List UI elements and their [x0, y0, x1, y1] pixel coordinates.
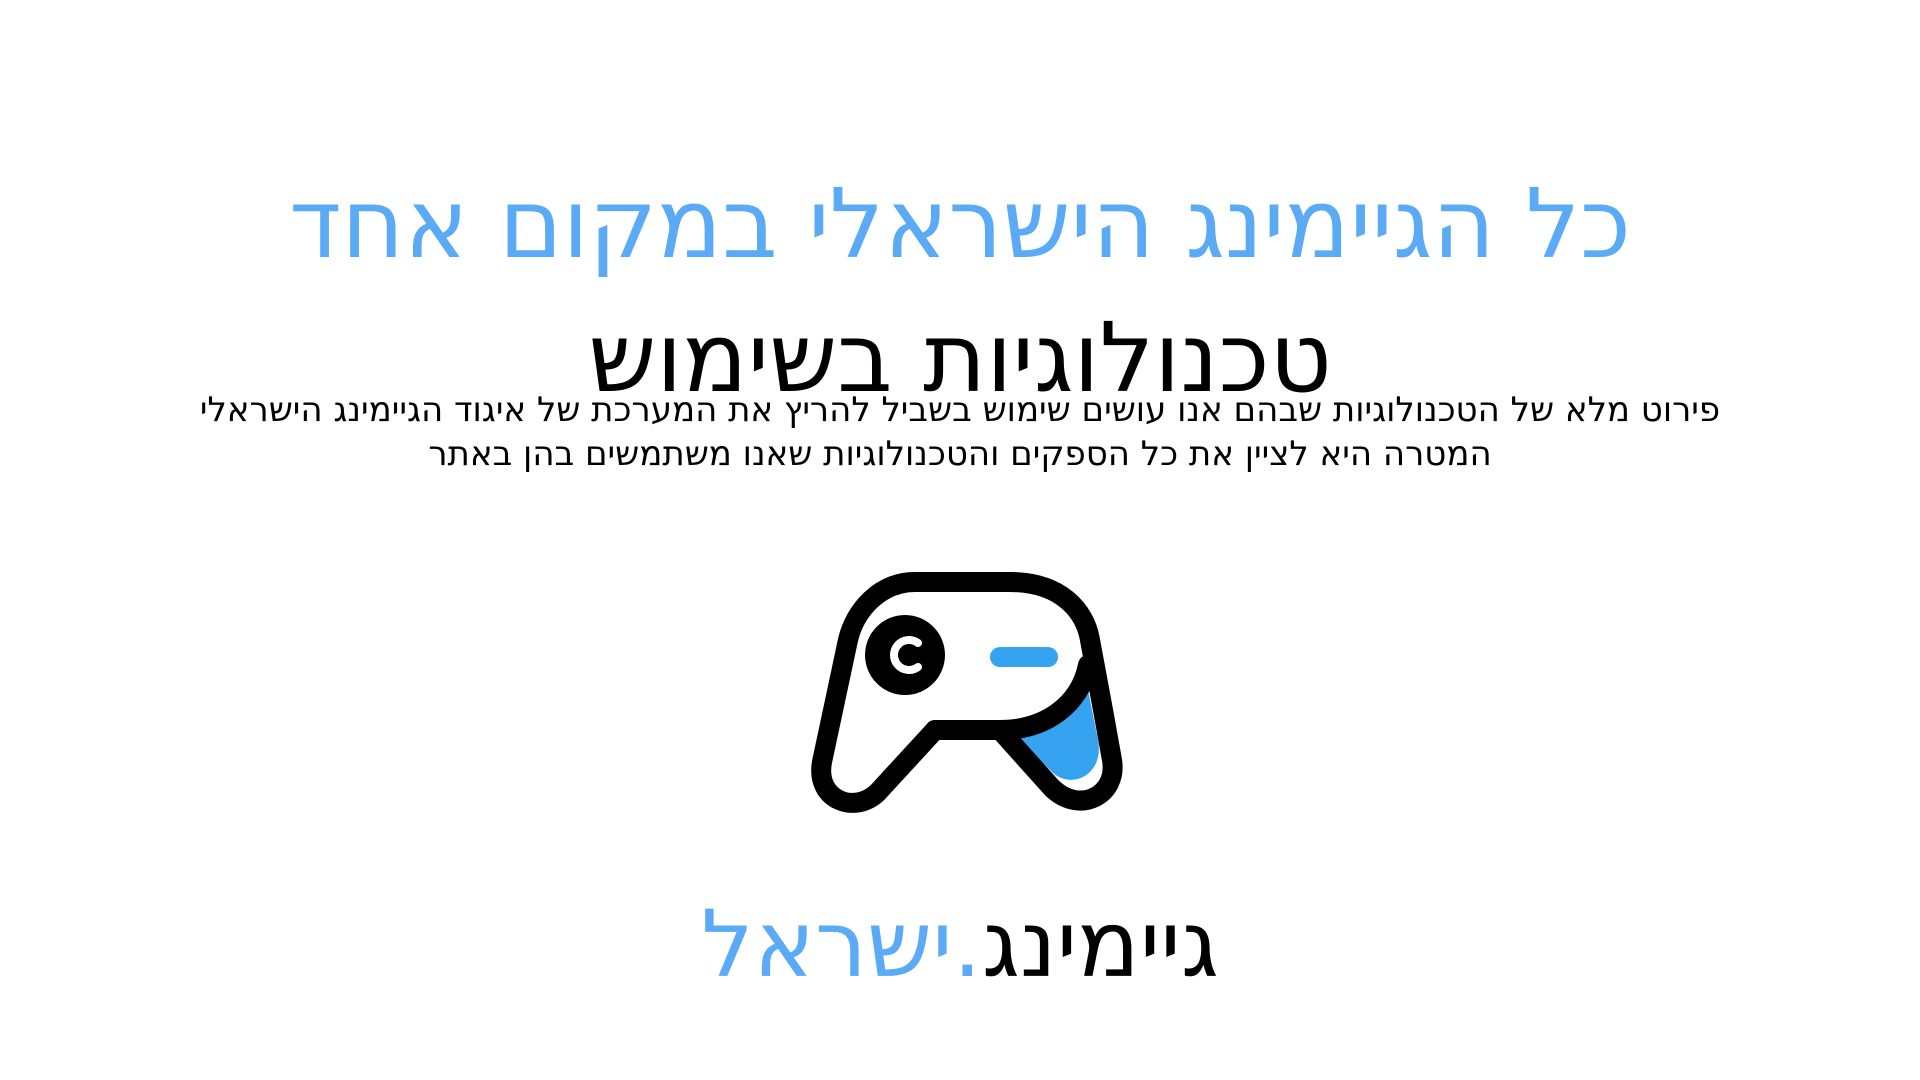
gamepad-icon: [811, 572, 1123, 813]
description: פירוט מלא של הטכנולוגיות שבהם אנו עושים …: [0, 388, 1920, 476]
page: כל הגיימינג הישראלי במקום אחד טכנולוגיות…: [0, 0, 1920, 1080]
description-line-2: המטרה היא לציין את כל הספקים והטכנולוגיו…: [428, 434, 1492, 474]
brand-name-part1: גיימינג: [981, 891, 1219, 998]
brand-wordmark: גיימינג.ישראל: [0, 890, 1920, 1000]
c-button-circle: [865, 615, 945, 695]
page-title: כל הגיימינג הישראלי במקום אחד: [289, 168, 1631, 281]
dash-button: [990, 647, 1058, 667]
brand-name-part2: .ישראל: [701, 891, 982, 998]
description-line-1: פירוט מלא של הטכנולוגיות שבהם אנו עושים …: [199, 390, 1721, 430]
